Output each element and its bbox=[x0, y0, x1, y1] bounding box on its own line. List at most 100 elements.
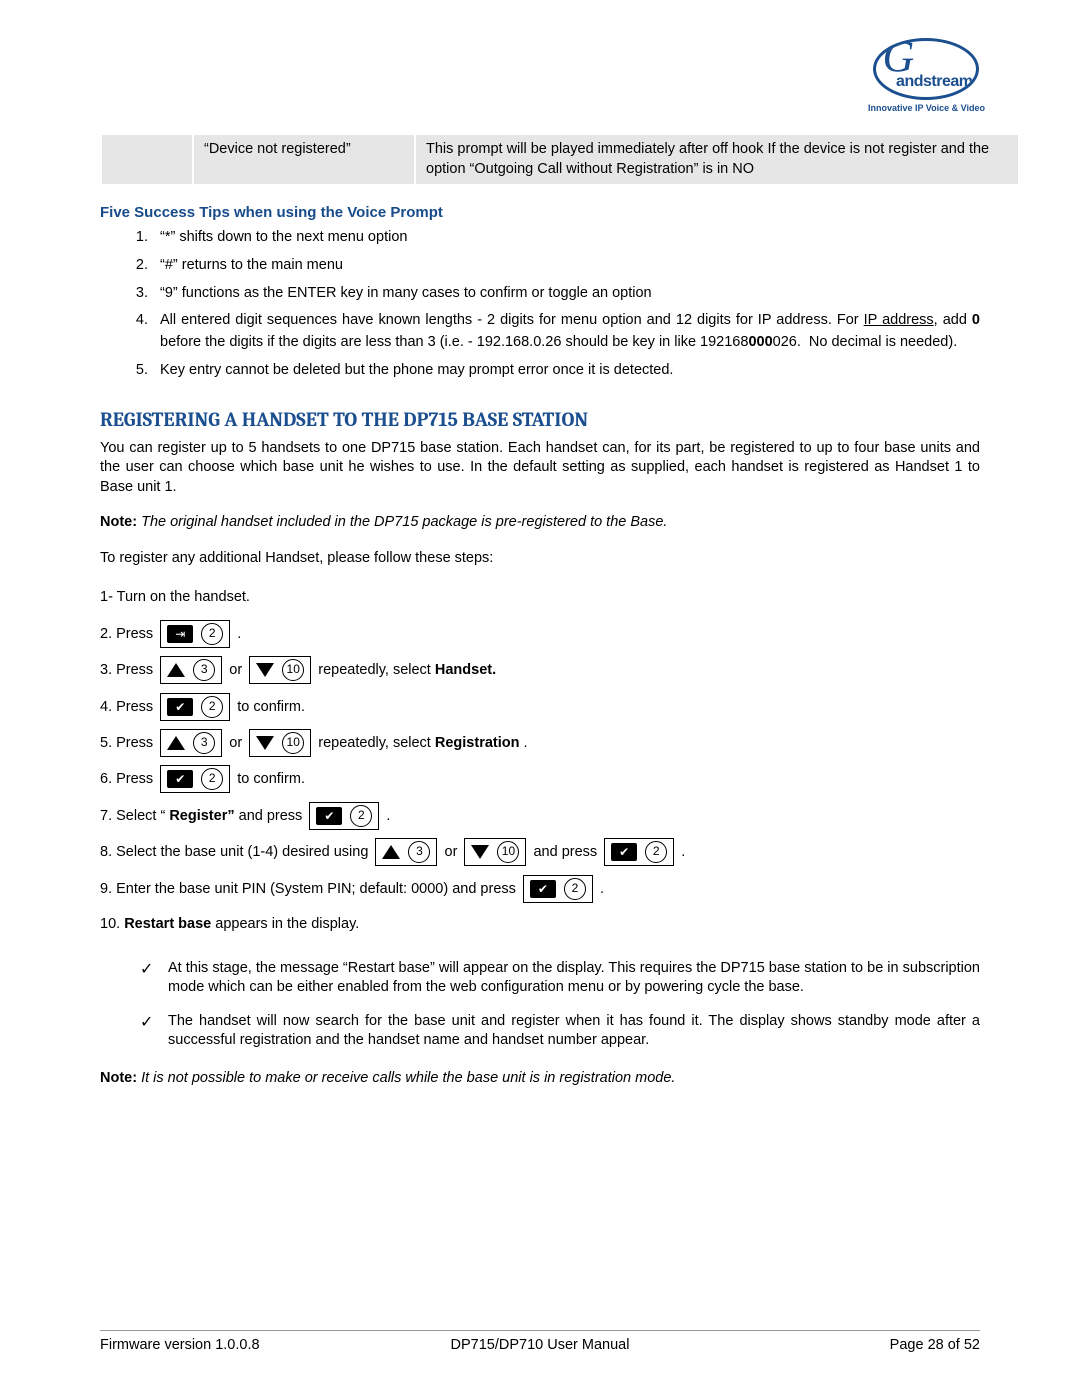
key-circle: 2 bbox=[201, 696, 223, 718]
check-icon: ✔ bbox=[167, 770, 193, 788]
list-item: The handset will now search for the base… bbox=[140, 1012, 980, 1051]
list-item: “*” shifts down to the next menu option bbox=[152, 227, 980, 249]
step-text: 5. Press bbox=[100, 735, 157, 751]
check-list: At this stage, the message “Restart base… bbox=[100, 959, 980, 1051]
key-circle: 3 bbox=[193, 659, 215, 681]
step-text: appears in the display. bbox=[215, 916, 359, 932]
step-4: 4. Press ✔ 2 to confirm. bbox=[100, 693, 980, 721]
prompt-table: “Device not registered” This prompt will… bbox=[100, 133, 1020, 186]
step-text: 6. Press bbox=[100, 771, 153, 787]
key-ok-2: ✔ 2 bbox=[604, 838, 674, 866]
list-item: “9” functions as the ENTER key in many c… bbox=[152, 283, 980, 305]
step-text: 10. bbox=[100, 916, 124, 932]
check-icon: ✔ bbox=[316, 807, 342, 825]
key-up-3: 3 bbox=[160, 656, 222, 684]
table-row: “Device not registered” This prompt will… bbox=[101, 134, 1019, 185]
list-item: At this stage, the message “Restart base… bbox=[140, 959, 980, 998]
step-text: and press bbox=[239, 808, 307, 824]
step-3: 3. Press 3 or 10 repeatedly, select Hand… bbox=[100, 656, 980, 684]
logo-brand-text: andstream bbox=[896, 73, 972, 91]
step-bold: Registration bbox=[435, 735, 520, 751]
menu-icon: ⇥ bbox=[167, 625, 193, 643]
key-up-3: 3 bbox=[375, 838, 437, 866]
step-8: 8. Select the base unit (1-4) desired us… bbox=[100, 838, 980, 866]
logo-tagline: Innovative IP Voice & Video bbox=[868, 103, 985, 113]
note-label: Note: bbox=[100, 514, 137, 530]
key-circle: 3 bbox=[193, 732, 215, 754]
step-text: . bbox=[237, 626, 241, 642]
list-item: All entered digit sequences have known l… bbox=[152, 310, 980, 354]
step-text: . bbox=[386, 808, 390, 824]
step-text: 2. Press bbox=[100, 626, 157, 642]
table-cell-blank bbox=[101, 134, 193, 185]
step-text: 4. Press bbox=[100, 699, 157, 715]
section-paragraph: You can register up to 5 handsets to one… bbox=[100, 439, 980, 498]
section-heading: REGISTERING A HANDSET TO THE DP715 BASE … bbox=[100, 408, 1020, 431]
step-text: . bbox=[681, 844, 685, 860]
key-ok-2: ✔ 2 bbox=[160, 765, 230, 793]
check-icon: ✔ bbox=[530, 880, 556, 898]
key-menu-2: ⇥ 2 bbox=[160, 620, 230, 648]
note-line: Note: The original handset included in t… bbox=[100, 513, 980, 533]
step-text: 3. Press bbox=[100, 662, 157, 678]
step-1: 1- Turn on the handset. bbox=[100, 584, 980, 612]
step-text: to confirm. bbox=[237, 771, 305, 787]
step-text: repeatedly, select bbox=[318, 662, 435, 678]
key-circle: 10 bbox=[497, 841, 519, 863]
step-text: 7. Select “ bbox=[100, 808, 165, 824]
steps-block: 1- Turn on the handset. 2. Press ⇥ 2 . 3… bbox=[100, 584, 980, 938]
step-5: 5. Press 3 or 10 repeatedly, select Regi… bbox=[100, 729, 980, 757]
table-cell-desc: This prompt will be played immediately a… bbox=[415, 134, 1019, 185]
key-down-10: 10 bbox=[464, 838, 526, 866]
key-down-10: 10 bbox=[249, 656, 311, 684]
step-text: . bbox=[524, 735, 528, 751]
list-item: “#” returns to the main menu bbox=[152, 255, 980, 277]
key-up-3: 3 bbox=[160, 729, 222, 757]
step-text: and press bbox=[533, 844, 601, 860]
footer-mid: DP715/DP710 User Manual bbox=[393, 1337, 686, 1353]
brand-logo: G andstream Innovative IP Voice & Video bbox=[868, 38, 985, 113]
note-body: It is not possible to make or receive ca… bbox=[141, 1070, 675, 1086]
logo-wrap: G andstream Innovative IP Voice & Video bbox=[60, 30, 1020, 127]
key-circle: 3 bbox=[408, 841, 430, 863]
footer-right: Page 28 of 52 bbox=[687, 1337, 980, 1353]
step-text: or bbox=[229, 735, 246, 751]
logo-oval: G andstream bbox=[873, 38, 979, 100]
list-item: Key entry cannot be deleted but the phon… bbox=[152, 360, 980, 382]
key-circle: 2 bbox=[350, 805, 372, 827]
step-text: or bbox=[229, 662, 246, 678]
note-body: The original handset included in the DP7… bbox=[141, 514, 667, 530]
step-text: or bbox=[445, 844, 462, 860]
key-down-10: 10 bbox=[249, 729, 311, 757]
step-text: 8. Select the base unit (1-4) desired us… bbox=[100, 844, 372, 860]
key-ok-2: ✔ 2 bbox=[160, 693, 230, 721]
key-circle: 2 bbox=[201, 768, 223, 790]
down-arrow-icon bbox=[471, 845, 489, 859]
check-icon: ✔ bbox=[167, 698, 193, 716]
page-footer: Firmware version 1.0.0.8 DP715/DP710 Use… bbox=[60, 1330, 1020, 1353]
down-arrow-icon bbox=[256, 736, 274, 750]
tips-list: “*” shifts down to the next menu option … bbox=[100, 227, 980, 382]
key-circle: 10 bbox=[282, 732, 304, 754]
step-text: repeatedly, select bbox=[318, 735, 435, 751]
step-9: 9. Enter the base unit PIN (System PIN; … bbox=[100, 875, 980, 903]
note-label: Note: bbox=[100, 1070, 137, 1086]
key-ok-2: ✔ 2 bbox=[523, 875, 593, 903]
footer-left: Firmware version 1.0.0.8 bbox=[100, 1337, 393, 1353]
step-text: . bbox=[600, 880, 604, 896]
step-text: 9. Enter the base unit PIN (System PIN; … bbox=[100, 880, 520, 896]
step-bold: Handset. bbox=[435, 662, 496, 678]
step-7: 7. Select “ Register” and press ✔ 2 . bbox=[100, 802, 980, 830]
footer-rule bbox=[100, 1330, 980, 1331]
document-page: G andstream Innovative IP Voice & Video … bbox=[0, 0, 1080, 1397]
key-ok-2: ✔ 2 bbox=[309, 802, 379, 830]
key-circle: 2 bbox=[564, 878, 586, 900]
step-text: to confirm. bbox=[237, 699, 305, 715]
up-arrow-icon bbox=[167, 663, 185, 677]
step-bold: Restart base bbox=[124, 916, 211, 932]
tips-heading: Five Success Tips when using the Voice P… bbox=[100, 204, 1020, 221]
table-cell-prompt: “Device not registered” bbox=[193, 134, 415, 185]
key-circle: 2 bbox=[201, 623, 223, 645]
step-bold: Register” bbox=[169, 808, 234, 824]
up-arrow-icon bbox=[167, 736, 185, 750]
